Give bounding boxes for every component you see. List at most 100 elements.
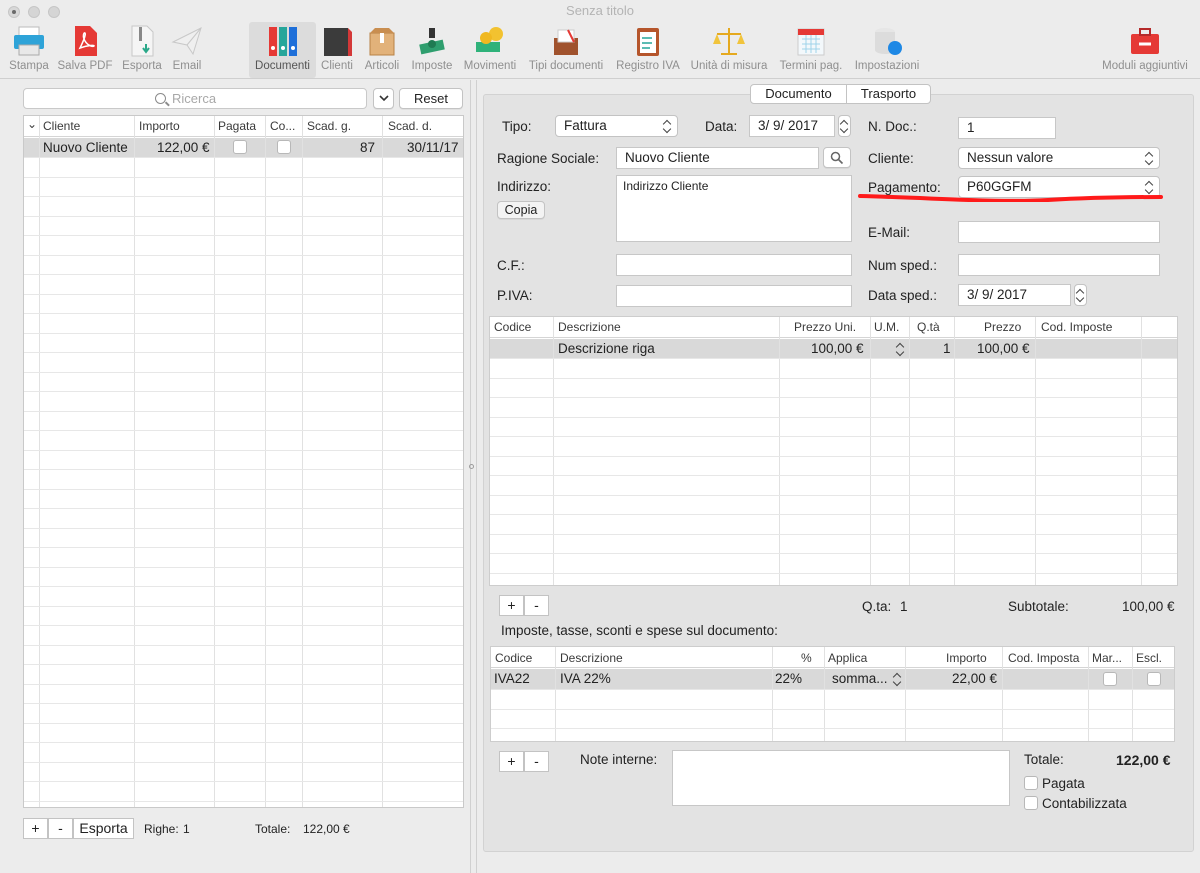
toolbar-unita-misura[interactable]: Unità di misura bbox=[687, 22, 771, 78]
toolbar-articoli[interactable]: Articoli bbox=[361, 22, 403, 78]
column-pagata[interactable]: Pagata bbox=[218, 119, 256, 133]
row-contabilizzata-checkbox[interactable] bbox=[277, 140, 291, 154]
documents-table-header: ⌄ Cliente Importo Pagata Co... Scad. g. … bbox=[24, 116, 463, 137]
row-divider bbox=[24, 605, 463, 607]
row-divider bbox=[24, 547, 463, 548]
remove-document-button[interactable]: - bbox=[48, 818, 73, 839]
row-pagata-checkbox[interactable] bbox=[233, 140, 247, 154]
data-stepper[interactable] bbox=[838, 115, 851, 137]
copia-button[interactable]: Copia bbox=[497, 201, 545, 219]
row-divider bbox=[490, 358, 1177, 359]
pagata-checkbox[interactable] bbox=[1024, 776, 1038, 790]
column-scad-g[interactable]: Scad. g. bbox=[307, 119, 351, 133]
row-divider bbox=[24, 488, 463, 490]
um-updown-icon[interactable] bbox=[896, 342, 905, 356]
column-prezzo-uni[interactable]: Prezzo Uni. bbox=[794, 320, 856, 334]
table-row[interactable]: IVA22 IVA 22% 22% somma... 22,00 € bbox=[491, 669, 1174, 689]
tax-escl-checkbox[interactable] bbox=[1147, 672, 1161, 686]
row-divider bbox=[24, 157, 463, 158]
search-input[interactable]: Ricerca bbox=[23, 88, 367, 109]
column-divider bbox=[134, 116, 135, 807]
toolbar-email[interactable]: Email bbox=[168, 22, 206, 78]
column-cod-imposta[interactable]: Cod. Imposta bbox=[1008, 651, 1079, 665]
expand-column-icon[interactable]: ⌄ bbox=[27, 117, 37, 131]
email-field[interactable] bbox=[958, 221, 1160, 243]
split-divider[interactable] bbox=[470, 80, 471, 873]
column-prezzo[interactable]: Prezzo bbox=[984, 320, 1021, 334]
indirizzo-textarea[interactable]: Indirizzo Cliente bbox=[616, 175, 852, 242]
column-qta[interactable]: Q.tà bbox=[917, 320, 940, 334]
split-grip-icon[interactable] bbox=[469, 464, 474, 469]
datasped-stepper[interactable] bbox=[1074, 284, 1087, 306]
tab-documento[interactable]: Documento bbox=[750, 84, 847, 104]
close-window-icon[interactable] bbox=[8, 6, 20, 18]
minimize-window-icon[interactable] bbox=[28, 6, 40, 18]
tab-trasporto[interactable]: Trasporto bbox=[846, 84, 931, 104]
toolbar-registro-iva[interactable]: Registro IVA bbox=[613, 22, 683, 78]
applica-updown-icon[interactable] bbox=[893, 672, 902, 686]
note-textarea[interactable] bbox=[672, 750, 1010, 806]
add-document-button[interactable]: + bbox=[23, 818, 48, 839]
export-button[interactable]: Esporta bbox=[73, 818, 134, 839]
search-client-button[interactable] bbox=[823, 147, 851, 168]
add-tax-button[interactable]: + bbox=[499, 751, 524, 772]
piva-field[interactable] bbox=[616, 285, 852, 307]
toolbar-moduli-aggiuntivi[interactable]: Moduli aggiuntivi bbox=[1097, 22, 1193, 78]
remove-line-button[interactable]: - bbox=[524, 595, 549, 616]
money-stamp-icon bbox=[419, 28, 445, 55]
column-contabilizzata[interactable]: Co... bbox=[270, 119, 295, 133]
ragione-field[interactable]: Nuovo Cliente bbox=[616, 147, 819, 169]
column-marca[interactable]: Mar... bbox=[1092, 651, 1122, 665]
ndoc-field[interactable]: 1 bbox=[958, 117, 1056, 139]
data-field[interactable]: 3/ 9/ 2017 bbox=[749, 115, 835, 137]
numsped-field[interactable] bbox=[958, 254, 1160, 276]
tax-marca-checkbox[interactable] bbox=[1103, 672, 1117, 686]
lines-qta-value: 1 bbox=[900, 599, 908, 614]
row-divider bbox=[24, 313, 463, 314]
add-line-button[interactable]: + bbox=[499, 595, 524, 616]
column-um[interactable]: U.M. bbox=[874, 320, 899, 334]
search-options-button[interactable] bbox=[373, 88, 394, 109]
column-importo[interactable]: Importo bbox=[139, 119, 180, 133]
column-descrizione[interactable]: Descrizione bbox=[558, 320, 621, 334]
column-scad-d[interactable]: Scad. d. bbox=[388, 119, 432, 133]
column-importo[interactable]: Importo bbox=[946, 651, 987, 665]
toolbar-stampa[interactable]: Stampa bbox=[6, 22, 52, 78]
chevron-down-icon bbox=[378, 95, 389, 102]
column-cod-imposte[interactable]: Cod. Imposte bbox=[1041, 320, 1112, 334]
toolbar-salva-pdf[interactable]: Salva PDF bbox=[56, 22, 114, 78]
column-codice[interactable]: Codice bbox=[494, 320, 531, 334]
column-percentuale[interactable]: % bbox=[801, 651, 812, 665]
split-divider-edge bbox=[476, 80, 477, 873]
column-escl[interactable]: Escl. bbox=[1136, 651, 1162, 665]
tax-applica[interactable]: somma... bbox=[832, 671, 888, 686]
documents-table[interactable]: ⌄ Cliente Importo Pagata Co... Scad. g. … bbox=[23, 115, 464, 808]
toolbar-tipi-documenti[interactable]: Tipi documenti bbox=[524, 22, 608, 78]
table-row[interactable]: Descrizione riga 100,00 € 1 100,00 € bbox=[490, 339, 1177, 358]
zoom-window-icon[interactable] bbox=[48, 6, 60, 18]
table-row[interactable]: Nuovo Cliente 122,00 € 87 30/11/17 bbox=[24, 138, 463, 157]
toolbar-termini-pag[interactable]: Termini pag. bbox=[776, 22, 846, 78]
indirizzo-label: Indirizzo: bbox=[497, 179, 552, 194]
toolbar-impostazioni[interactable]: Impostazioni bbox=[851, 22, 923, 78]
column-cliente[interactable]: Cliente bbox=[43, 119, 80, 133]
cf-field[interactable] bbox=[616, 254, 852, 276]
toolbar-imposte[interactable]: Imposte bbox=[408, 22, 456, 78]
tipo-select[interactable]: Fattura bbox=[555, 115, 678, 137]
updown-arrows-icon bbox=[1145, 151, 1154, 165]
toolbar-movimenti[interactable]: Movimenti bbox=[462, 22, 518, 78]
datasped-field[interactable]: 3/ 9/ 2017 bbox=[958, 284, 1071, 306]
column-descrizione[interactable]: Descrizione bbox=[560, 651, 623, 665]
taxes-table[interactable]: Codice Descrizione % Applica Importo Cod… bbox=[490, 646, 1175, 742]
column-applica[interactable]: Applica bbox=[828, 651, 867, 665]
remove-tax-button[interactable]: - bbox=[524, 751, 549, 772]
contabilizzata-checkbox[interactable] bbox=[1024, 796, 1038, 810]
toolbar-esporta[interactable]: Esporta bbox=[119, 22, 165, 78]
column-codice[interactable]: Codice bbox=[495, 651, 532, 665]
toolbar-clienti[interactable]: Clienti bbox=[318, 22, 356, 78]
cliente-select[interactable]: Nessun valore bbox=[958, 147, 1160, 169]
toolbar-documenti[interactable]: Documenti bbox=[249, 22, 316, 78]
lines-table[interactable]: Codice Descrizione Prezzo Uni. U.M. Q.tà… bbox=[489, 316, 1178, 586]
reset-button[interactable]: Reset bbox=[399, 88, 463, 109]
app-window: Senza titolo Stampa Salva PDF Esporta Em… bbox=[0, 0, 1200, 873]
